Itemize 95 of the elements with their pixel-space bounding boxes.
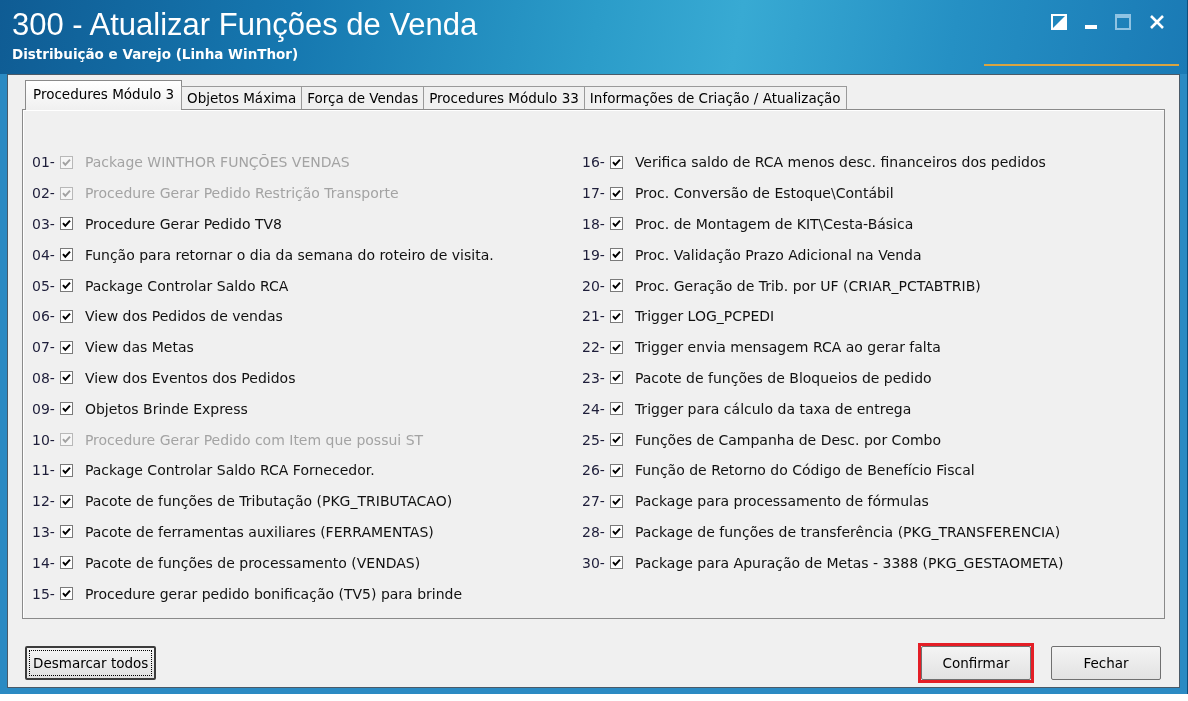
option-label: Package de funções de transferência (PKG_TRANSFERENCIA) (634, 523, 1061, 540)
checkbox[interactable] (609, 463, 623, 477)
item-number: 09- (32, 400, 55, 417)
checkbox[interactable] (59, 556, 73, 570)
item-number: 11- (32, 462, 55, 479)
checkbox[interactable] (59, 309, 73, 323)
option-label: Package WINTHOR FUNÇÕES VENDAS (84, 154, 350, 171)
item-number: 20- (582, 277, 605, 294)
tab[interactable]: Objetos Máxima (181, 86, 303, 109)
checkbox[interactable] (609, 525, 623, 539)
checkbox[interactable] (59, 463, 73, 477)
window-subtitle: Distribuição e Varejo (Linha WinThor) (12, 46, 300, 62)
checkbox[interactable] (59, 494, 73, 508)
tab[interactable]: Informações de Criação / Atualização (583, 86, 847, 109)
item-number: 22- (582, 339, 605, 356)
item-number: 03- (32, 216, 55, 232)
option-label: Trigger para cálculo da taxa de entrega (634, 400, 912, 417)
checkbox[interactable] (609, 155, 623, 169)
item-number: 23- (582, 369, 605, 386)
button[interactable]: Fechar (1051, 646, 1161, 680)
window-title: 300 - Atualizar Funções de Venda (12, 8, 478, 42)
item-number: 18- (582, 216, 605, 232)
option-label: View dos Pedidos de vendas (84, 308, 283, 325)
item-number: 17- (582, 185, 605, 202)
item-number: 14- (32, 554, 55, 571)
item-number: 08- (32, 369, 55, 386)
option-label: Trigger envia mensagem RCA ao gerar falta (634, 339, 941, 356)
item-number: 25- (582, 431, 605, 448)
checkbox[interactable] (609, 217, 623, 231)
item-number: 05- (32, 277, 55, 294)
item-number: 10- (32, 431, 55, 448)
option-label: Objetos Brinde Express (84, 400, 248, 417)
item-number: 26- (582, 462, 605, 479)
item-number: 24- (582, 400, 605, 417)
item-number: 19- (582, 246, 605, 263)
tab[interactable]: Força de Vendas (301, 86, 425, 109)
option-label: Trigger LOG_PCPEDI (634, 308, 775, 325)
checkbox[interactable] (609, 248, 623, 262)
checkbox[interactable] (609, 556, 623, 570)
checkbox[interactable] (59, 371, 73, 385)
checkbox[interactable] (609, 433, 623, 447)
close-icon[interactable] (1149, 14, 1165, 30)
item-number: 04- (32, 246, 55, 263)
item-number: 13- (32, 523, 55, 540)
checkbox[interactable] (59, 402, 73, 416)
item-number: 06- (32, 308, 55, 325)
item-number: 07- (32, 339, 55, 356)
tab[interactable]: Procedures Módulo 3 (25, 80, 183, 110)
checkbox[interactable] (609, 340, 623, 354)
checkbox[interactable] (59, 279, 73, 293)
button[interactable]: Confirmar (921, 646, 1031, 680)
item-number: 12- (32, 493, 55, 510)
checkbox[interactable] (59, 248, 73, 262)
item-number: 01- (32, 154, 55, 171)
item-number: 15- (32, 585, 55, 602)
checkbox[interactable] (59, 587, 73, 601)
checkbox[interactable] (609, 309, 623, 323)
option-label: Package Controlar Saldo RCA (84, 277, 289, 294)
option-label: Proc. Validação Prazo Adicional na Venda (634, 246, 922, 263)
option-label: Pacote de ferramentas auxiliares (FERRAMENTAS) (84, 523, 434, 540)
half-square-icon[interactable] (1051, 14, 1067, 30)
item-number: 27- (582, 493, 605, 510)
option-label: Proc. Geração de Trib. por UF (CRIAR_PCTABTRIB) (634, 277, 981, 294)
checkbox[interactable] (59, 217, 73, 231)
option-label: Função para retornar o dia da semana do roteiro de visita. (84, 246, 494, 263)
option-label: Pacote de funções de Tributação (PKG_TRIBUTACAO) (84, 493, 453, 510)
option-label: Funções de Campanha de Desc. por Combo (634, 431, 942, 448)
checkbox[interactable] (609, 371, 623, 385)
option-label: Verifica saldo de RCA menos desc. financeiros dos pedidos (634, 154, 1046, 171)
option-label: Pacote de funções de processamento (VENDAS) (84, 554, 421, 571)
option-label: Função de Retorno do Código de Benefício Fiscal (634, 462, 975, 479)
option-label: Package para processamento de fórmulas (634, 493, 929, 510)
option-label: Procedure Gerar Pedido TV8 (84, 216, 282, 232)
option-label: Procedure Gerar Pedido com Item que possui ST (84, 431, 424, 448)
option-label: Pacote de funções de Bloqueios de pedido (634, 369, 932, 386)
item-number: 21- (582, 308, 605, 325)
item-number: 28- (582, 523, 605, 540)
option-label: View dos Eventos dos Pedidos (84, 369, 296, 386)
checkbox[interactable] (609, 494, 623, 508)
option-label: Package para Apuração de Metas - 3388 (PKG_GESTAOMETA) (634, 554, 1064, 571)
checkbox[interactable] (59, 340, 73, 354)
option-label: View das Metas (84, 339, 194, 356)
option-label: Package Controlar Saldo RCA Fornecedor. (84, 462, 375, 479)
button[interactable]: Desmarcar todos (25, 646, 157, 680)
item-number: 16- (582, 154, 605, 171)
checkbox[interactable] (609, 186, 623, 200)
item-number: 30- (582, 554, 605, 571)
option-label: Proc. de Montagem de KIT\Cesta-Básica (634, 216, 914, 232)
checkbox[interactable] (609, 402, 623, 416)
checkbox[interactable] (609, 279, 623, 293)
item-number: 02- (32, 185, 55, 202)
option-label: Procedure Gerar Pedido Restrição Transporte (84, 185, 399, 202)
option-label: Proc. Conversão de Estoque\Contábil (634, 185, 894, 202)
checkbox[interactable] (59, 525, 73, 539)
option-label: Procedure gerar pedido bonificação (TV5) para brinde (84, 585, 463, 602)
